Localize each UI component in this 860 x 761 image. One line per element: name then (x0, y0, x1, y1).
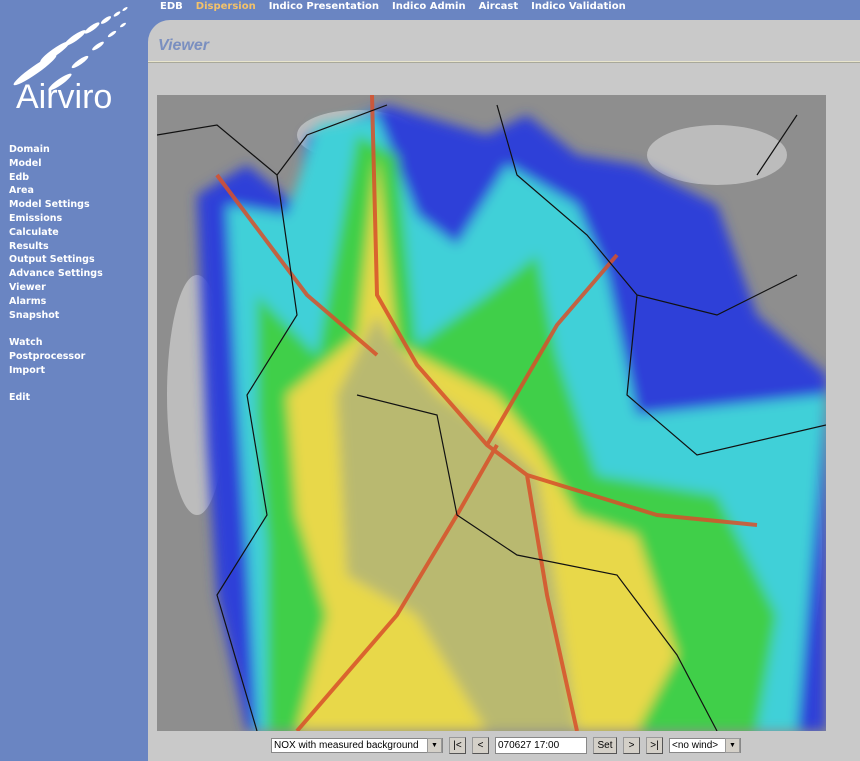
top-nav: EDB Dispersion Indico Presentation Indic… (160, 1, 626, 12)
sidebar-item-viewer[interactable]: Viewer (9, 281, 103, 295)
nav-indico-validation[interactable]: Indico Validation (531, 1, 626, 12)
sidebar-item-import[interactable]: Import (9, 364, 103, 378)
set-button[interactable]: Set (593, 737, 617, 754)
sidebar-item-domain[interactable]: Domain (9, 143, 103, 157)
sidebar-item-edit[interactable]: Edit (9, 391, 103, 405)
sidebar-item-results[interactable]: Results (9, 240, 103, 254)
sidebar-item-watch[interactable]: Watch (9, 336, 103, 350)
sidebar-item-edb[interactable]: Edb (9, 171, 103, 185)
substance-value: NOX with measured background (274, 740, 419, 751)
divider (148, 61, 860, 63)
substance-select[interactable]: NOX with measured background ▼ (271, 738, 443, 753)
sidebar-item-advance-settings[interactable]: Advance Settings (9, 267, 103, 281)
sidebar-item-alarms[interactable]: Alarms (9, 295, 103, 309)
nav-indico-presentation[interactable]: Indico Presentation (269, 1, 379, 12)
logo-text: Airviro (16, 78, 113, 116)
sidebar-item-snapshot[interactable]: Snapshot (9, 309, 103, 323)
next-button[interactable]: > (623, 737, 640, 754)
sidebar: Domain Model Edb Area Model Settings Emi… (9, 143, 103, 405)
sidebar-item-area[interactable]: Area (9, 184, 103, 198)
sidebar-item-model-settings[interactable]: Model Settings (9, 198, 103, 212)
first-button[interactable]: |< (449, 737, 466, 754)
sidebar-item-model[interactable]: Model (9, 157, 103, 171)
sidebar-item-emissions[interactable]: Emissions (9, 212, 103, 226)
chevron-down-icon[interactable]: ▼ (725, 738, 740, 753)
nav-dispersion[interactable]: Dispersion (196, 1, 256, 12)
sidebar-item-output-settings[interactable]: Output Settings (9, 253, 103, 267)
datetime-input[interactable]: 070627 17:00 (495, 737, 587, 754)
nav-aircast[interactable]: Aircast (479, 1, 519, 12)
viewer-controls: NOX with measured background ▼ |< < 0706… (271, 737, 741, 754)
wind-select[interactable]: <no wind> ▼ (669, 738, 741, 753)
chevron-down-icon[interactable]: ▼ (427, 738, 442, 753)
page-title: Viewer (158, 37, 209, 54)
prev-button[interactable]: < (472, 737, 489, 754)
last-button[interactable]: >| (646, 737, 663, 754)
main-panel: Viewer NOX with measured background ▼ |<… (148, 20, 860, 761)
sidebar-item-postprocessor[interactable]: Postprocessor (9, 350, 103, 364)
wind-value: <no wind> (672, 740, 719, 751)
dispersion-map[interactable] (157, 95, 826, 731)
sidebar-item-calculate[interactable]: Calculate (9, 226, 103, 240)
nav-edb[interactable]: EDB (160, 1, 183, 12)
nav-indico-admin[interactable]: Indico Admin (392, 1, 466, 12)
